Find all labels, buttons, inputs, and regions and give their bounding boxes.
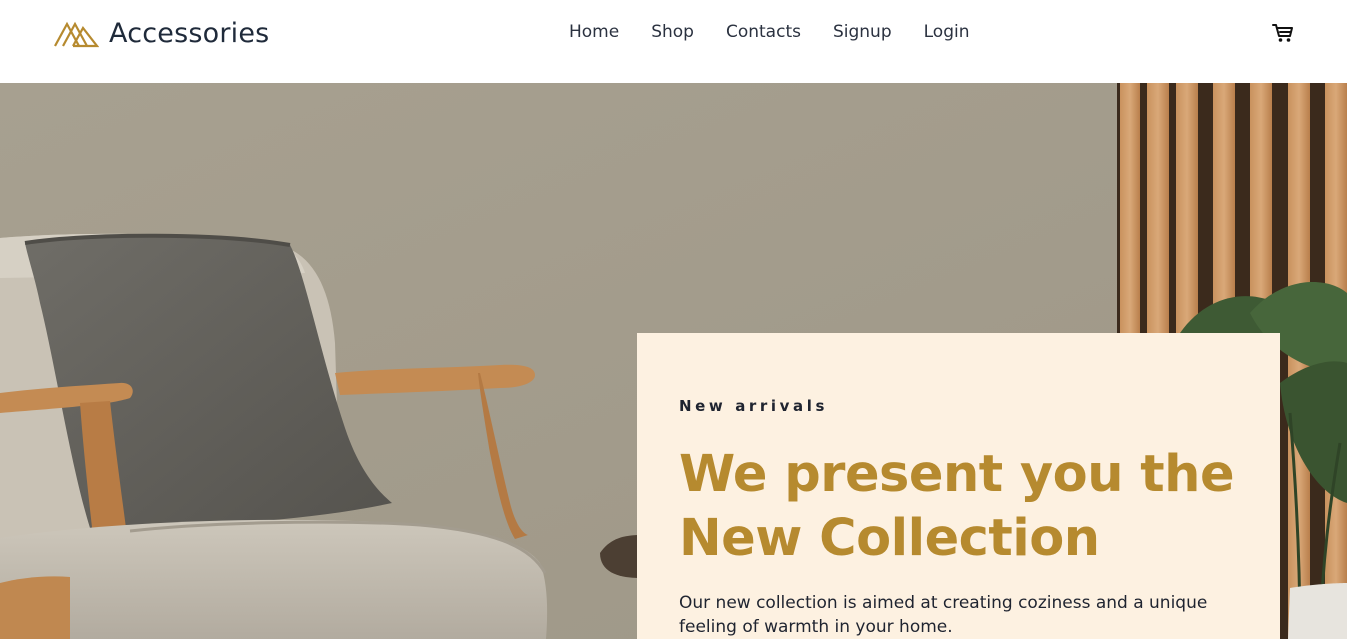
hero-eyebrow: New arrivals xyxy=(679,397,829,415)
mountain-logo-icon xyxy=(54,21,99,48)
nav-home[interactable]: Home xyxy=(569,21,619,43)
brand-name: Accessories xyxy=(109,17,270,49)
brand-link[interactable]: Accessories xyxy=(53,16,269,50)
nav-login[interactable]: Login xyxy=(924,21,970,43)
cart-icon[interactable] xyxy=(1272,22,1294,44)
hero-description: Our new collection is aimed at creating … xyxy=(679,593,1208,637)
site-header: Accessories Home Shop Contacts Signup Lo… xyxy=(0,0,1347,83)
hero-card: New arrivals We present you the New Coll… xyxy=(637,333,1280,639)
main-nav: Home Shop Contacts Signup Login xyxy=(569,21,1002,43)
hero-section: New arrivals We present you the New Coll… xyxy=(0,83,1347,639)
hero-headline: We present you the New Collection xyxy=(679,445,1235,568)
nav-signup[interactable]: Signup xyxy=(833,21,892,43)
nav-shop[interactable]: Shop xyxy=(651,21,694,43)
nav-contacts[interactable]: Contacts xyxy=(726,21,801,43)
